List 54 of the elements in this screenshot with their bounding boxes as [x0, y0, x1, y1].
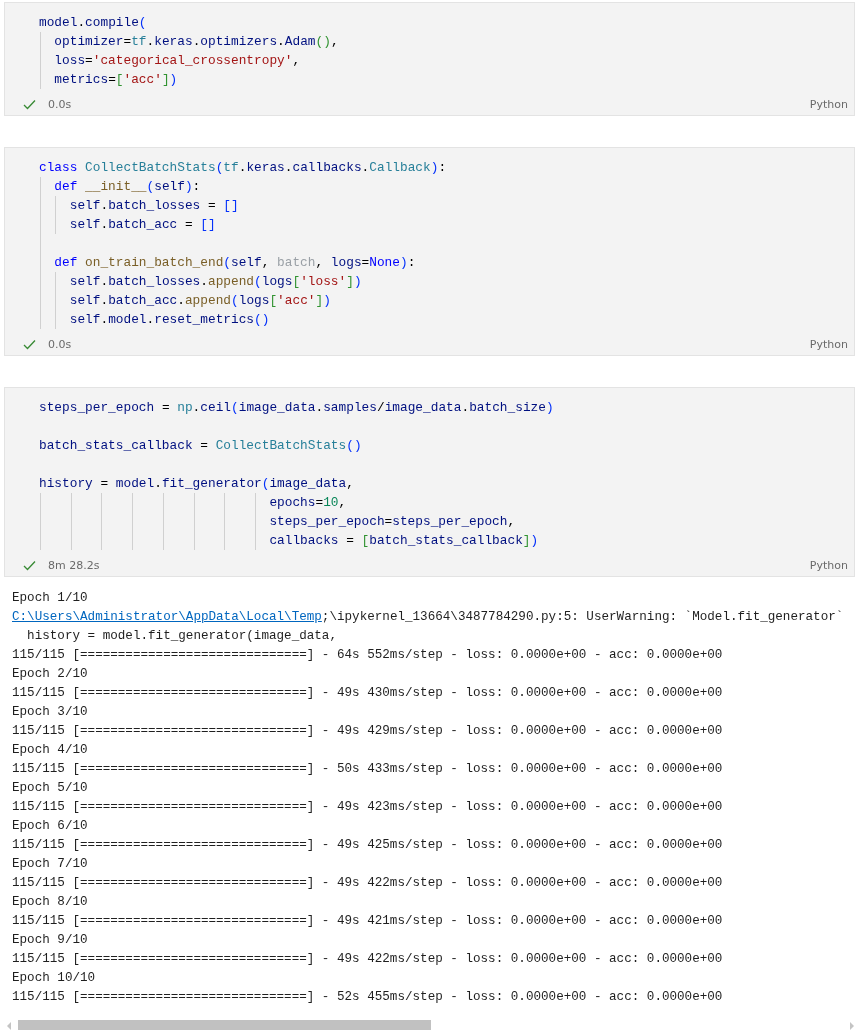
output-line: C:\Users\Administrator\AppData\Local\Temp;\ipykernel_13664\3487784290.py:5: UserWarning: `Model.fit_generator` — [12, 609, 844, 626]
output-line: Epoch 8/10 — [12, 894, 88, 911]
output-line: Epoch 3/10 — [12, 704, 88, 721]
output-line: 115/115 [==============================] - 50s 433ms/step - loss: 0.0000e+00 - acc: 0.0000e+00 — [12, 761, 723, 778]
language-label[interactable]: Python — [809, 558, 848, 572]
output-line: Epoch 2/10 — [12, 666, 88, 683]
output-line: Epoch 9/10 — [12, 932, 88, 949]
output-line: history = model.fit_generator(image_data, — [26, 628, 337, 645]
code-line: model.compile( — [39, 15, 147, 30]
code-line: loss='categorical_crossentropy', — [53, 53, 301, 68]
output-line: Epoch 4/10 — [12, 742, 88, 759]
output-line: 115/115 [==============================] - 49s 425ms/step - loss: 0.0000e+00 - acc: 0.0000e+00 — [12, 837, 723, 854]
execution-time: 8m 28.2s — [48, 558, 100, 572]
output-line: 115/115 [==============================] - 49s 429ms/step - loss: 0.0000e+00 - acc: 0.0000e+00 — [12, 723, 723, 740]
code-line: self.batch_losses = [] — [68, 198, 239, 213]
output-line: 115/115 [==============================] - 49s 421ms/step - loss: 0.0000e+00 - acc: 0.0000e+00 — [12, 913, 723, 930]
output-line: Epoch 10/10 — [12, 970, 96, 987]
language-label[interactable]: Python — [809, 97, 848, 111]
code-line: optimizer=tf.keras.optimizers.Adam(), — [53, 34, 339, 49]
output-line: Epoch 1/10 — [12, 590, 88, 607]
output-line: Epoch 5/10 — [12, 780, 88, 797]
code-line: history = model.fit_generator(image_data, — [39, 476, 354, 491]
code-line: batch_stats_callback = CollectBatchStats() — [39, 438, 362, 453]
code-line: class CollectBatchStats(tf.keras.callbacks.Callback): — [39, 160, 447, 175]
code-line: callbacks = [batch_stats_callback]) — [268, 533, 539, 548]
code-cell[interactable] — [4, 387, 855, 577]
output-line: 115/115 [==============================] - 49s 422ms/step - loss: 0.0000e+00 - acc: 0.0000e+00 — [12, 875, 723, 892]
language-label[interactable]: Python — [809, 337, 848, 351]
output-line: Epoch 7/10 — [12, 856, 88, 873]
code-line: metrics=['acc']) — [53, 72, 178, 87]
code-cell[interactable]: model.compile( optimizer=tf.keras.optimizers.Adam(), loss='categorical_crossentropy', metrics=['acc']) 0.0s Python — [4, 2, 855, 116]
output-line: 115/115 [==============================] - 64s 552ms/step - loss: 0.0000e+00 - acc: 0.0000e+00 — [12, 647, 723, 664]
code-line: def __init__(self): — [53, 179, 201, 194]
scroll-right-icon[interactable] — [849, 1021, 855, 1030]
output-line: 115/115 [==============================] - 49s 423ms/step - loss: 0.0000e+00 - acc: 0.0000e+00 — [12, 799, 723, 816]
code-line: steps_per_epoch=steps_per_epoch, — [268, 514, 516, 529]
code-line: def on_train_batch_end(self, batch, logs=None): — [53, 255, 416, 270]
code-line: self.batch_acc.append(logs['acc']) — [68, 293, 331, 308]
code-line: self.batch_acc = [] — [68, 217, 216, 232]
output-line: 115/115 [==============================] - 49s 422ms/step - loss: 0.0000e+00 - acc: 0.0000e+00 — [12, 951, 723, 968]
scroll-thumb[interactable] — [18, 1020, 431, 1030]
scroll-left-icon[interactable] — [6, 1021, 12, 1030]
output-line: Epoch 6/10 — [12, 818, 88, 835]
code-line: steps_per_epoch = np.ceil(image_data.samples/image_data.batch_size) — [39, 400, 554, 415]
output-line: 115/115 [==============================] - 49s 430ms/step - loss: 0.0000e+00 - acc: 0.0000e+00 — [12, 685, 723, 702]
file-link[interactable]: C:\Users\Administrator\AppData\Local\Temp — [12, 610, 322, 624]
code-line: self.model.reset_metrics() — [68, 312, 270, 327]
execution-time: 0.0s — [48, 97, 72, 111]
code-cell[interactable] — [4, 147, 855, 356]
output-line: 115/115 [==============================] - 52s 455ms/step - loss: 0.0000e+00 - acc: 0.0000e+00 — [12, 989, 723, 1006]
code-line: self.batch_losses.append(logs['loss']) — [68, 274, 362, 289]
scrollbar[interactable] — [6, 1019, 855, 1030]
code-line: epochs=10, — [268, 495, 347, 510]
execution-time: 0.0s — [48, 337, 72, 351]
